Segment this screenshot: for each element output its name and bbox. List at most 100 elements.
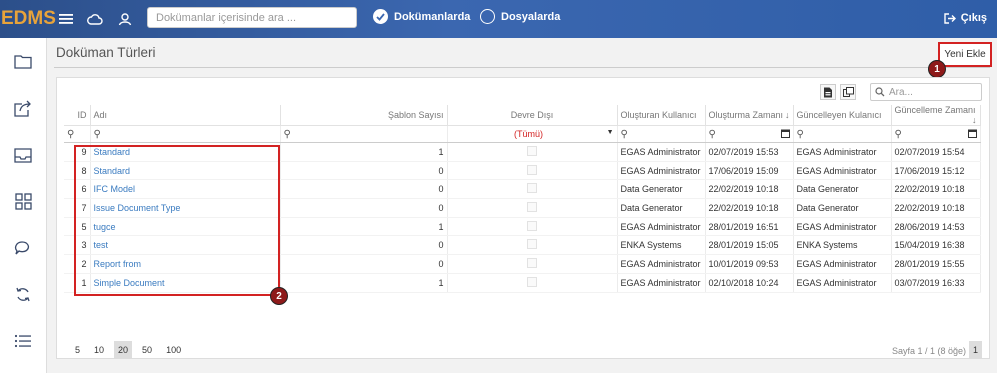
cell-creator: EGAS Administrator: [617, 217, 706, 237]
page-size-20[interactable]: 20: [114, 341, 133, 358]
filter-row: ⚲ ⚲ ⚲ (Tümü) ▼ ⚲ ⚲ ⚲ ⚲: [64, 125, 981, 143]
document-search-input[interactable]: Dokümanlar içerisinde ara ...: [147, 7, 357, 28]
cell-updater: Data Generator: [793, 198, 892, 218]
sidebar: [0, 38, 47, 373]
cell-updated: 28/06/2019 14:53: [891, 217, 981, 237]
search-icon: ⚲: [894, 128, 902, 140]
cell-created: 22/02/2019 10:18: [705, 198, 794, 218]
page-size-100[interactable]: 100: [162, 341, 185, 358]
disabled-checkbox: [527, 276, 537, 287]
column-header-name[interactable]: Adı: [90, 105, 281, 126]
column-header-updated[interactable]: Güncelleme Zamanı ↓: [891, 105, 981, 126]
page-title: Doküman Türleri: [56, 45, 156, 60]
page-number-button[interactable]: 1: [969, 341, 982, 358]
table-header-row: ID Adı Şablon Sayısı Devre Dışı Oluştura…: [64, 105, 981, 126]
page-size-selector: 5 10 20 50 100: [71, 341, 191, 358]
cell-disabled: [447, 161, 618, 181]
cell-updated: 22/02/2019 10:18: [891, 198, 981, 218]
callout-badge-2: 2: [270, 287, 288, 305]
cell-creator: Data Generator: [617, 179, 706, 200]
search-icon: ⚲: [93, 128, 101, 140]
column-header-created[interactable]: Oluşturma Zamanı ↓: [705, 105, 794, 126]
cell-template-count: 0: [280, 198, 448, 218]
grid-apps-icon[interactable]: [12, 190, 34, 212]
search-icon: ⚲: [283, 128, 291, 140]
radio-documents[interactable]: Dokümanlarda: [373, 9, 470, 24]
logout-label: Çıkış: [960, 12, 987, 24]
cell-disabled: [447, 179, 618, 200]
search-icon: ⚲: [67, 128, 75, 140]
filter-cell-id[interactable]: ⚲: [64, 125, 91, 143]
chat-icon[interactable]: [12, 237, 34, 259]
filter-cell-updater[interactable]: ⚲: [793, 125, 892, 143]
list-icon[interactable]: [12, 330, 34, 352]
page-info: Sayfa 1 / 1 (8 öğe): [892, 346, 967, 356]
hamburger-menu-icon[interactable]: [57, 10, 75, 28]
add-new-button[interactable]: Yeni Ekle: [938, 42, 992, 67]
sync-icon[interactable]: [12, 283, 34, 305]
cell-creator: EGAS Administrator: [617, 254, 706, 274]
disabled-checkbox: [527, 164, 537, 175]
folder-icon[interactable]: [12, 50, 34, 72]
cell-disabled: [447, 142, 618, 162]
radio-documents-label: Dokümanlarda: [394, 10, 471, 23]
disabled-checkbox: [527, 257, 537, 268]
column-chooser-icon[interactable]: [840, 84, 856, 100]
cell-updated: 22/02/2019 10:18: [891, 179, 981, 200]
filter-all-value: (Tümü): [514, 129, 544, 139]
page-size-10[interactable]: 10: [90, 341, 108, 358]
filter-cell-creator[interactable]: ⚲: [617, 125, 706, 143]
unchecked-radio-icon: [480, 9, 495, 24]
filter-cell-count[interactable]: ⚲: [280, 125, 448, 143]
search-placeholder: Dokümanlar içerisinde ara ...: [156, 11, 297, 24]
filter-cell-name[interactable]: ⚲: [90, 125, 281, 143]
column-header-template-count[interactable]: Şablon Sayısı: [280, 105, 448, 126]
add-new-label: Yeni Ekle: [944, 49, 986, 60]
export-pdf-icon[interactable]: [820, 84, 836, 100]
column-header-updated-label: Güncelleme Zamanı: [894, 105, 976, 115]
cell-template-count: 0: [280, 235, 448, 256]
highlight-box: [74, 145, 280, 296]
search-icon: [875, 87, 885, 97]
cell-created: 02/07/2019 15:53: [705, 142, 794, 162]
grid-search-placeholder: Ara...: [889, 86, 913, 98]
page-size-50[interactable]: 50: [138, 341, 156, 358]
column-header-creator[interactable]: Oluşturan Kullanıcı: [617, 105, 706, 126]
cell-updater: EGAS Administrator: [793, 273, 892, 293]
share-icon[interactable]: [12, 97, 34, 119]
cell-disabled: [447, 198, 618, 218]
cell-created: 10/01/2019 09:53: [705, 254, 794, 274]
user-icon[interactable]: [116, 10, 134, 28]
cell-template-count: 1: [280, 217, 448, 237]
cell-creator: EGAS Administrator: [617, 142, 706, 162]
callout-badge-1: 1: [928, 60, 946, 78]
cell-updated: 02/07/2019 15:54: [891, 142, 981, 162]
cell-creator: EGAS Administrator: [617, 161, 706, 181]
main-content: Doküman Türleri Yeni Ekle 1 Ara... ID Ad…: [47, 38, 997, 373]
cell-updated: 15/04/2019 16:38: [891, 235, 981, 256]
sort-down-arrow-icon: ↓: [972, 115, 977, 125]
column-header-disabled[interactable]: Devre Dışı: [447, 105, 618, 126]
search-icon: ⚲: [620, 128, 628, 140]
cell-template-count: 0: [280, 254, 448, 274]
cell-created: 22/02/2019 10:18: [705, 179, 794, 200]
disabled-checkbox: [527, 145, 537, 156]
cell-template-count: 0: [280, 179, 448, 200]
logout-button[interactable]: Çıkış: [944, 12, 987, 24]
filter-cell-disabled[interactable]: (Tümü) ▼: [447, 125, 618, 143]
cell-updater: EGAS Administrator: [793, 254, 892, 274]
inbox-icon[interactable]: [12, 144, 34, 166]
column-header-updater[interactable]: Güncelleyen Kulanıcı: [793, 105, 892, 126]
cell-updater: EGAS Administrator: [793, 161, 892, 181]
radio-folders[interactable]: Dosyalarda: [480, 9, 560, 24]
filter-cell-updated[interactable]: ⚲: [891, 125, 981, 143]
calendar-icon: [967, 129, 977, 140]
filter-cell-created[interactable]: ⚲: [705, 125, 794, 143]
dropdown-arrow-icon: ▼: [606, 129, 614, 136]
grid-search-input[interactable]: Ara...: [870, 83, 982, 101]
disabled-checkbox: [527, 183, 537, 194]
column-header-id[interactable]: ID: [64, 105, 91, 126]
cloud-icon[interactable]: [86, 10, 104, 28]
page-size-5[interactable]: 5: [71, 341, 84, 358]
cell-creator: Data Generator: [617, 198, 706, 218]
